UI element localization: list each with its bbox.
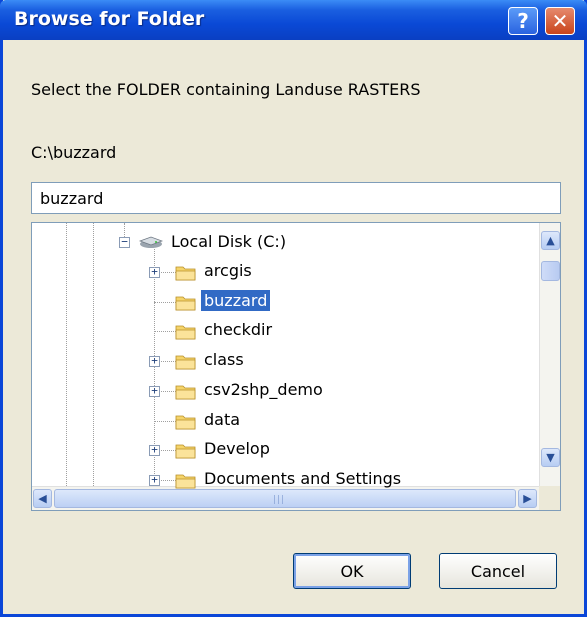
- scrollbar-corner: [539, 486, 560, 510]
- vertical-scroll-thumb[interactable]: [541, 261, 560, 281]
- folder-icon: [175, 444, 196, 459]
- folder-name-input[interactable]: [31, 182, 561, 214]
- dialog-prompt: Select the FOLDER containing Landuse RAS…: [31, 80, 421, 99]
- expand-icon[interactable]: +: [149, 266, 160, 278]
- tree-connector: [154, 302, 176, 303]
- expand-icon[interactable]: +: [149, 355, 160, 367]
- open-folder-icon: [175, 296, 196, 311]
- collapse-icon[interactable]: −: [119, 236, 130, 248]
- tree-item-label[interactable]: arcgis: [201, 260, 255, 281]
- vertical-scrollbar[interactable]: ▲ ▼: [539, 223, 560, 486]
- tree-item-label[interactable]: buzzard: [201, 290, 271, 311]
- folder-icon: [175, 325, 196, 340]
- tree-item-label[interactable]: class: [201, 349, 247, 370]
- grip-icon: |||: [273, 495, 286, 505]
- cancel-button[interactable]: Cancel: [439, 553, 557, 589]
- expand-icon[interactable]: +: [149, 444, 160, 456]
- title-bar[interactable]: Browse for Folder ? ✕: [0, 0, 587, 40]
- tree-item-label[interactable]: Documents and Settings: [201, 468, 404, 489]
- tree-connector: [154, 421, 176, 422]
- horizontal-scroll-thumb[interactable]: |||: [54, 489, 516, 508]
- expand-icon[interactable]: +: [149, 474, 160, 486]
- tree-item-label[interactable]: csv2shp_demo: [201, 379, 326, 400]
- dialog-title: Browse for Folder: [14, 8, 205, 30]
- help-button[interactable]: ?: [508, 7, 538, 35]
- current-path: C:\buzzard: [31, 143, 117, 162]
- tree-item-label[interactable]: checkdir: [201, 319, 275, 340]
- tree-guide-line: [93, 223, 94, 486]
- tree-connector: [154, 331, 176, 332]
- ok-button[interactable]: OK: [293, 553, 411, 589]
- tree-item-label[interactable]: data: [201, 409, 243, 430]
- folder-icon: [175, 266, 196, 281]
- scroll-left-icon[interactable]: ◀: [33, 489, 52, 508]
- browse-folder-dialog: Browse for Folder ? ✕ Select the FOLDER …: [0, 0, 587, 617]
- close-button[interactable]: ✕: [545, 7, 575, 35]
- tree-root-label[interactable]: Local Disk (C:): [168, 231, 289, 252]
- expand-icon[interactable]: +: [149, 385, 160, 397]
- folder-icon: [175, 385, 196, 400]
- scroll-down-icon[interactable]: ▼: [541, 448, 560, 467]
- horizontal-scrollbar[interactable]: ◀ ||| ▶: [32, 486, 539, 510]
- tree-guide-line: [66, 223, 67, 486]
- folder-icon: [175, 415, 196, 430]
- scroll-up-icon[interactable]: ▲: [541, 231, 560, 250]
- folder-icon: [175, 355, 196, 370]
- scroll-right-icon[interactable]: ▶: [518, 489, 537, 508]
- hard-drive-icon: [138, 236, 164, 248]
- folder-icon: [175, 474, 196, 489]
- tree-item-label[interactable]: Develop: [201, 438, 273, 459]
- folder-tree[interactable]: − Local Disk (C:) ▲ ▼ ◀ ||| ▶ + arcgis buz…: [31, 222, 561, 511]
